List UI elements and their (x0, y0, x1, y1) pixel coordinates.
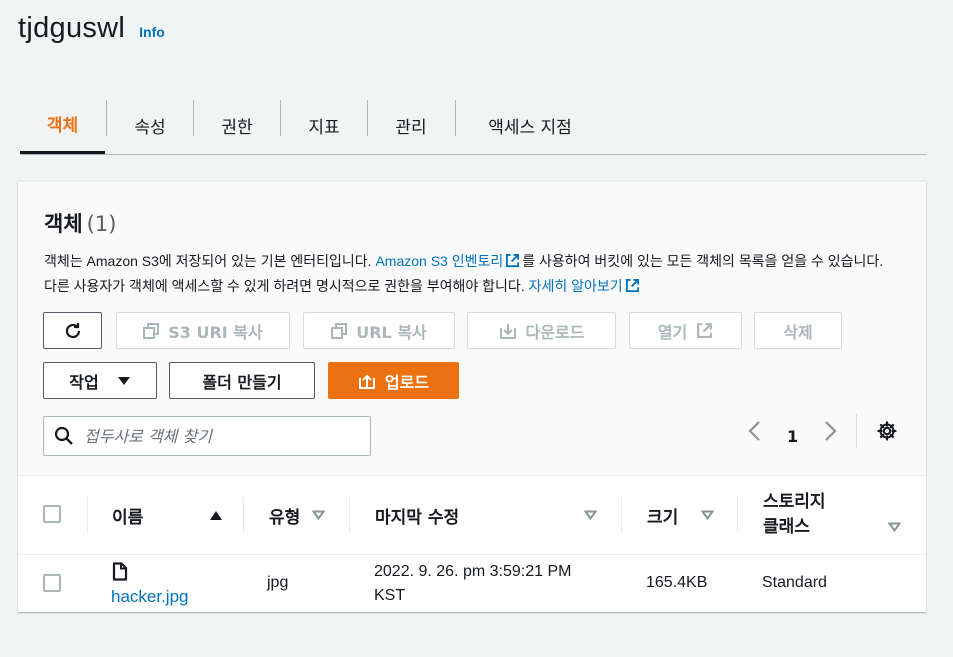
column-header-storage-class[interactable]: 스토리지 클래스 (763, 476, 903, 554)
column-divider (349, 497, 350, 533)
tab-management[interactable]: 관리 (368, 96, 454, 154)
upload-button[interactable]: 업로드 (328, 362, 459, 399)
search-icon (54, 426, 73, 445)
column-divider (621, 497, 622, 533)
objects-heading: 객체 (1) (44, 208, 116, 238)
column-divider (87, 497, 88, 533)
column-storage-class-label: 클래스 (763, 517, 810, 537)
external-link-icon (697, 323, 713, 338)
pager-divider (856, 414, 857, 448)
column-type-label: 유형 (269, 507, 301, 528)
copy-icon (331, 322, 348, 339)
object-search-input[interactable] (84, 426, 344, 446)
description-text: 객체는 Amazon S3에 저장되어 있는 기본 엔터티입니다. (44, 253, 376, 269)
objects-panel: 객체 (1) 객체는 Amazon S3에 저장되어 있는 기본 엔터티입니다. … (18, 181, 926, 612)
delete-button[interactable]: 삭제 (754, 312, 842, 349)
column-header-size[interactable]: 크기 (647, 476, 714, 554)
bucket-name: tjdguswl (18, 12, 126, 44)
gear-icon[interactable] (876, 420, 898, 442)
refresh-button[interactable] (43, 312, 102, 349)
object-last-modified: 2022. 9. 26. pm 3:59:21 PM KST (374, 560, 571, 608)
column-size-label: 크기 (647, 507, 679, 528)
copy-url-button[interactable]: URL 복사 (303, 312, 455, 349)
column-divider (737, 497, 738, 533)
header-row-divider (18, 554, 926, 555)
sort-ascending-icon (210, 510, 222, 520)
open-button[interactable]: 열기 (629, 312, 742, 349)
bucket-title-row: tjdguswl Info (18, 12, 165, 45)
download-button[interactable]: 다운로드 (467, 312, 616, 349)
column-divider (243, 497, 244, 533)
download-icon (499, 323, 516, 339)
column-last-modified-label: 마지막 수정 (375, 507, 460, 528)
delete-label: 삭제 (783, 322, 813, 342)
current-page-number[interactable]: 1 (787, 418, 798, 454)
learn-more-link[interactable]: 자세히 알아보기 (529, 278, 623, 294)
sort-icon (888, 522, 901, 532)
create-folder-label: 폴더 만들기 (202, 372, 282, 392)
caret-down-icon (117, 376, 130, 385)
copy-s3-uri-label: S3 URI 복사 (168, 322, 263, 342)
tab-permissions[interactable]: 권한 (194, 96, 280, 154)
object-storage-class: Standard (762, 574, 827, 591)
upload-label: 업로드 (384, 372, 430, 392)
info-link[interactable]: Info (139, 24, 165, 40)
column-header-last-modified[interactable]: 마지막 수정 (375, 476, 597, 554)
sort-icon (701, 510, 714, 520)
tab-metrics[interactable]: 지표 (281, 96, 367, 154)
previous-page-icon[interactable] (747, 420, 763, 442)
last-modified-line: KST (374, 587, 406, 604)
tab-properties[interactable]: 속성 (107, 96, 193, 154)
copy-icon (143, 322, 160, 339)
object-size: 165.4KB (646, 574, 708, 591)
column-storage-class-label: 스토리지 (763, 492, 826, 512)
open-label: 열기 (657, 322, 688, 342)
copy-url-label: URL 복사 (356, 322, 427, 342)
create-folder-button[interactable]: 폴더 만들기 (169, 362, 315, 399)
column-header-type[interactable]: 유형 (269, 476, 349, 554)
objects-count: (1) (86, 212, 117, 236)
tab-objects[interactable]: 객체 (20, 96, 105, 154)
next-page-icon[interactable] (822, 420, 838, 442)
download-label: 다운로드 (525, 322, 585, 342)
refresh-icon (65, 322, 80, 338)
object-type: jpg (267, 574, 289, 591)
actions-dropdown[interactable]: 작업 (43, 362, 157, 399)
objects-heading-text: 객체 (44, 212, 83, 236)
object-search-box[interactable] (43, 416, 371, 456)
file-icon (112, 562, 128, 581)
last-modified-line: 2022. 9. 26. pm 3:59:21 PM (374, 563, 572, 580)
sort-icon (584, 510, 597, 520)
row-checkbox[interactable] (43, 574, 61, 592)
objects-description: 객체는 Amazon S3에 저장되어 있는 기본 엔터티입니다. Amazon… (44, 249, 894, 299)
external-link-icon[interactable] (625, 278, 640, 293)
select-all-checkbox[interactable] (43, 505, 61, 523)
sort-icon (312, 510, 326, 520)
upload-icon (358, 374, 375, 389)
column-header-name[interactable]: 이름 (112, 476, 222, 554)
column-name-label: 이름 (112, 507, 144, 528)
bucket-tabs: 객체 속성 권한 지표 관리 액세스 지점 (20, 96, 926, 155)
page-number-label: 1 (787, 426, 799, 446)
copy-s3-uri-button[interactable]: S3 URI 복사 (116, 312, 290, 349)
actions-label: 작업 (69, 372, 99, 392)
external-link-icon[interactable] (505, 253, 520, 268)
inventory-link[interactable]: Amazon S3 인벤토리 (375, 253, 503, 269)
object-name-link[interactable]: hacker.jpg (111, 585, 189, 609)
tab-access-points[interactable]: 액세스 지점 (456, 96, 604, 154)
